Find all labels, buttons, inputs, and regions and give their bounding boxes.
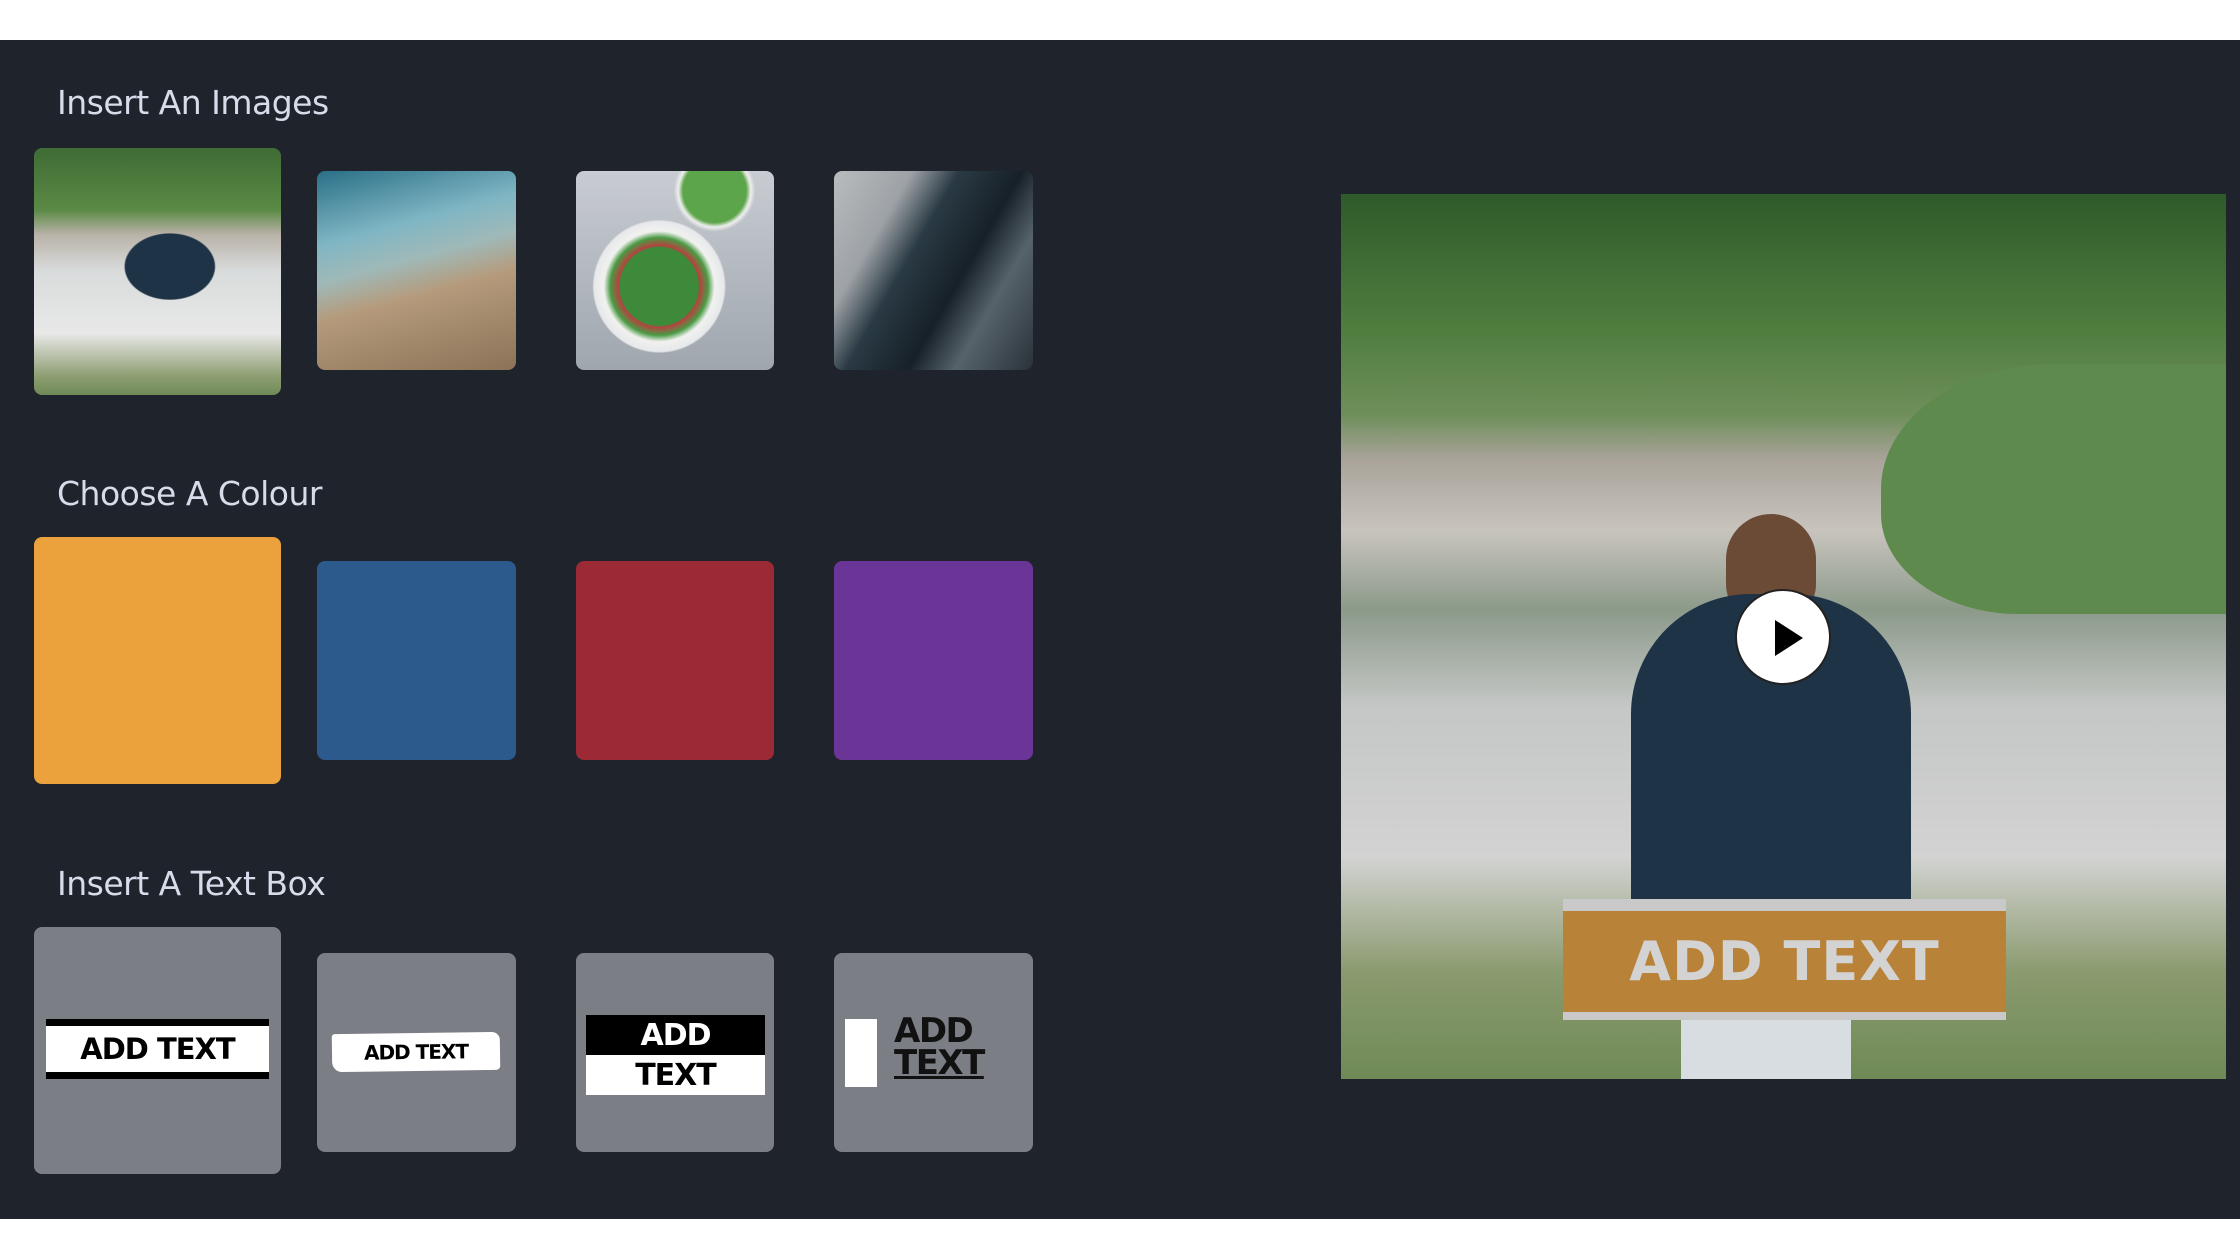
play-button[interactable] [1735, 589, 1831, 685]
colour-swatch-orange[interactable] [34, 537, 281, 784]
preview-bush [1881, 364, 2226, 614]
colour-heading: Choose A Colour [57, 474, 322, 513]
play-icon [1775, 620, 1803, 656]
textbox-heading: Insert A Text Box [57, 864, 326, 903]
textbox-sample-line1: ADD [586, 1015, 765, 1055]
image-option-salad[interactable] [576, 171, 774, 370]
colour-swatch-blue[interactable] [317, 561, 516, 760]
colour-swatch-red[interactable] [576, 561, 774, 760]
textbox-accent-bar [845, 1019, 877, 1087]
colour-swatch-purple[interactable] [834, 561, 1033, 760]
textbox-sample-line2: TEXT [894, 1043, 985, 1083]
textbox-style-stacked[interactable]: ADD TEXT [576, 953, 774, 1152]
textbox-style-brush[interactable]: ADD TEXT [317, 953, 516, 1152]
images-heading: Insert An Images [57, 83, 329, 122]
image-option-runner[interactable] [34, 148, 281, 395]
preview-text-overlay[interactable]: ADD TEXT [1563, 899, 2006, 1020]
preview-runner-shorts [1681, 1014, 1851, 1079]
textbox-sample-line2: TEXT [586, 1055, 765, 1095]
textbox-style-sidebar[interactable]: ADD TEXT [834, 953, 1033, 1152]
textbox-style-banded[interactable]: ADD TEXT [34, 927, 281, 1174]
image-option-building[interactable] [834, 171, 1033, 370]
textbox-sample: ADD TEXT [331, 1031, 501, 1073]
image-option-beach[interactable] [317, 171, 516, 370]
textbox-sample: ADD TEXT [46, 1019, 269, 1079]
